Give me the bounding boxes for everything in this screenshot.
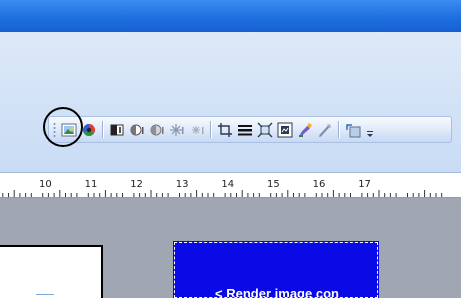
toolbar-options-chevron-icon[interactable] <box>365 121 375 139</box>
tooltip-callout: < Render image con <box>173 241 379 298</box>
ruler-label: 16 <box>313 179 326 190</box>
document-workspace: < Render image con <box>0 198 461 298</box>
toolbar-separator <box>338 121 340 138</box>
picture-toolbar <box>48 116 452 143</box>
more-contrast-icon[interactable] <box>108 121 126 139</box>
document-page <box>0 245 103 298</box>
set-transparent-color-icon[interactable] <box>316 121 334 139</box>
toolbar-separator <box>210 121 212 138</box>
toolbar-area <box>0 32 461 172</box>
page-selection-mark <box>36 294 54 297</box>
ruler-label: 13 <box>176 179 189 190</box>
ruler-ticks: 10 11 12 13 14 15 16 17 <box>2 179 443 197</box>
line-style-icon[interactable] <box>236 121 254 139</box>
brightness-down-icon[interactable] <box>188 121 206 139</box>
highlight-circle-annotation <box>43 107 83 147</box>
less-contrast-icon[interactable] <box>128 121 146 139</box>
ruler-label: 15 <box>267 179 280 190</box>
horizontal-ruler: 10 11 12 13 14 15 16 17 <box>0 172 461 198</box>
callout-text: < Render image con <box>215 286 339 298</box>
ruler-label: 12 <box>130 179 143 190</box>
format-picture-icon[interactable] <box>296 121 314 139</box>
ruler-label: 17 <box>358 179 371 190</box>
reset-picture-icon[interactable] <box>344 121 362 139</box>
ruler-label: 10 <box>39 179 52 190</box>
ruler-label: 11 <box>85 179 98 190</box>
compress-pictures-icon[interactable] <box>256 121 274 139</box>
title-bar <box>0 0 461 32</box>
toolbar-separator <box>102 121 104 138</box>
less-brightness-icon[interactable] <box>168 121 186 139</box>
crop-icon[interactable] <box>216 121 234 139</box>
text-wrapping-icon[interactable] <box>276 121 294 139</box>
ruler-label: 14 <box>221 179 234 190</box>
more-brightness-icon[interactable] <box>148 121 166 139</box>
